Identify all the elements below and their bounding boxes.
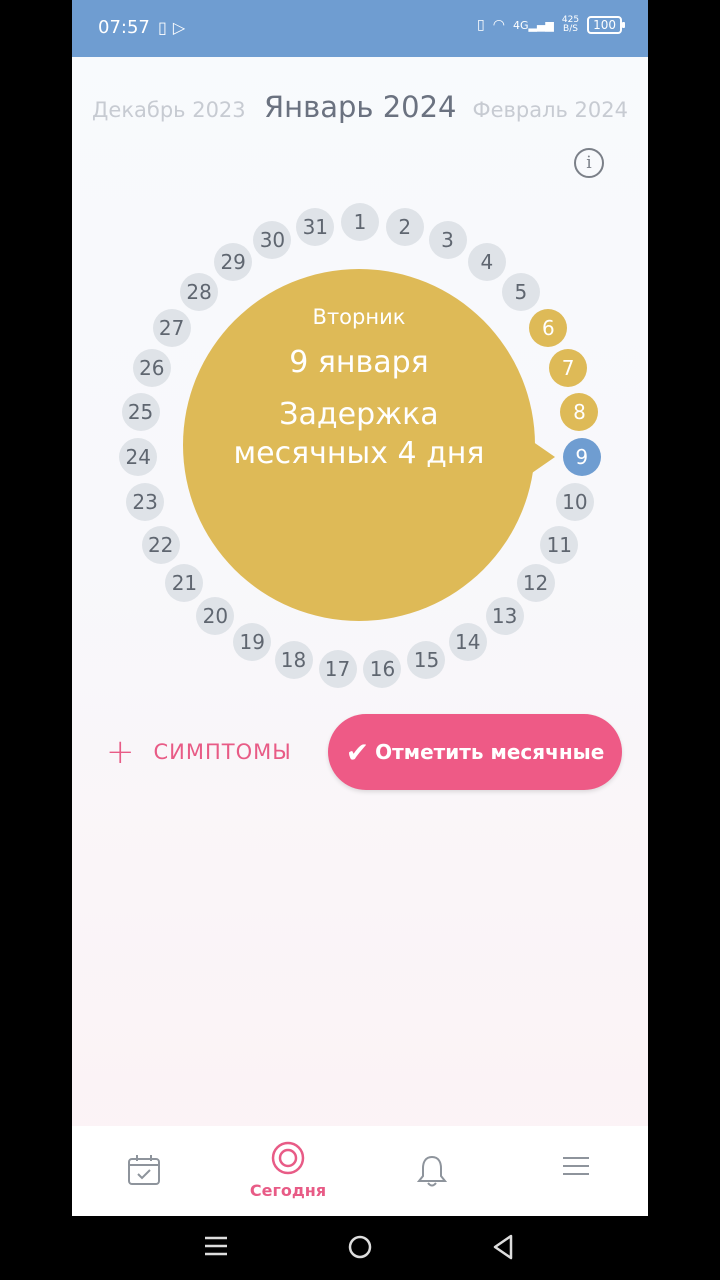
day-9[interactable]: 9 bbox=[562, 438, 601, 477]
bottom-nav: Сегодня bbox=[72, 1126, 648, 1216]
day-20[interactable]: 20 bbox=[196, 596, 235, 635]
day-16[interactable]: 16 bbox=[363, 649, 402, 688]
day-2[interactable]: 2 bbox=[385, 207, 424, 246]
mark-period-button[interactable]: ✔ Отметить месячные bbox=[328, 714, 622, 790]
back-icon[interactable] bbox=[492, 1234, 514, 1260]
nav-today-label: Сегодня bbox=[249, 1181, 327, 1200]
app-screen: 07:57 ▯▷ ▯ ◠ 4G▂▄▆ 425 B/S 100 Декабрь 2… bbox=[72, 0, 648, 1216]
day-17[interactable]: 17 bbox=[318, 649, 357, 688]
day-4[interactable]: 4 bbox=[467, 243, 506, 282]
day-12[interactable]: 12 bbox=[516, 564, 555, 603]
day-10[interactable]: 10 bbox=[555, 483, 594, 522]
recent-apps-icon[interactable] bbox=[204, 1234, 228, 1258]
day-14[interactable]: 14 bbox=[448, 622, 487, 661]
bell-icon bbox=[416, 1155, 448, 1187]
day-30[interactable]: 30 bbox=[253, 221, 292, 260]
day-info-bubble: Вторник 9 января Задержка месячных 4 дня bbox=[183, 269, 555, 621]
day-18[interactable]: 18 bbox=[274, 640, 313, 679]
bubble-weekday: Вторник bbox=[312, 305, 406, 329]
mark-period-label: Отметить месячные bbox=[375, 740, 605, 764]
check-icon: ✔ bbox=[345, 735, 370, 769]
day-26[interactable]: 26 bbox=[132, 349, 171, 388]
day-31[interactable]: 31 bbox=[296, 207, 335, 246]
day-23[interactable]: 23 bbox=[126, 483, 165, 522]
target-icon bbox=[271, 1141, 305, 1175]
day-25[interactable]: 25 bbox=[121, 393, 160, 432]
day-8[interactable]: 8 bbox=[560, 393, 599, 432]
nav-today[interactable]: Сегодня bbox=[216, 1126, 360, 1216]
day-19[interactable]: 19 bbox=[233, 622, 272, 661]
day-24[interactable]: 24 bbox=[119, 438, 158, 477]
symptoms-label: СИМПТОМЫ bbox=[153, 740, 292, 764]
home-icon[interactable] bbox=[347, 1234, 373, 1260]
bubble-status: Задержка месячных 4 дня bbox=[233, 397, 485, 471]
calendar-icon bbox=[128, 1155, 160, 1185]
nav-calendar[interactable] bbox=[72, 1126, 216, 1216]
day-6[interactable]: 6 bbox=[529, 308, 568, 347]
day-11[interactable]: 11 bbox=[540, 525, 579, 564]
symptoms-button[interactable]: + СИМПТОМЫ bbox=[106, 734, 292, 770]
day-7[interactable]: 7 bbox=[549, 349, 588, 388]
day-29[interactable]: 29 bbox=[214, 243, 253, 282]
nav-menu[interactable] bbox=[504, 1126, 648, 1216]
day-22[interactable]: 22 bbox=[141, 525, 180, 564]
plus-icon: + bbox=[106, 732, 136, 772]
bubble-date: 9 января bbox=[289, 345, 429, 380]
day-15[interactable]: 15 bbox=[407, 640, 446, 679]
nav-notifications[interactable] bbox=[360, 1126, 504, 1216]
system-nav-bar bbox=[0, 1216, 720, 1280]
day-3[interactable]: 3 bbox=[428, 221, 467, 260]
day-13[interactable]: 13 bbox=[485, 596, 524, 635]
day-1[interactable]: 1 bbox=[341, 203, 379, 241]
day-21[interactable]: 21 bbox=[165, 564, 204, 603]
menu-icon bbox=[563, 1157, 589, 1175]
